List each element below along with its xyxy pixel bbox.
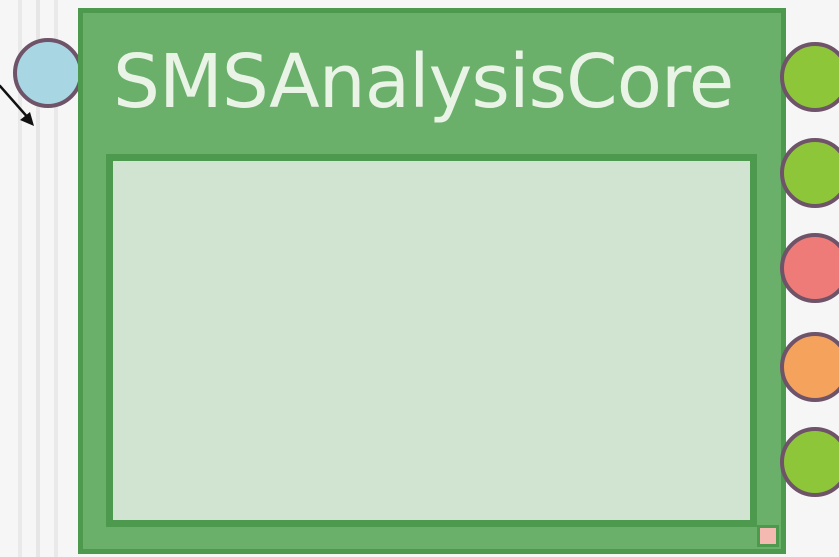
graph-canvas[interactable]: SMSAnalysisCore: [0, 0, 839, 557]
output-port-4[interactable]: [780, 332, 839, 402]
output-port-5[interactable]: [780, 427, 839, 497]
output-port-1[interactable]: [780, 42, 839, 112]
output-port-2[interactable]: [780, 138, 839, 208]
node-body: [106, 154, 757, 527]
arrow-head-icon: [20, 112, 34, 126]
node-title: SMSAnalysisCore: [113, 39, 734, 125]
analysis-node[interactable]: SMSAnalysisCore: [78, 8, 786, 554]
output-port-3[interactable]: [780, 233, 839, 303]
resize-handle-icon[interactable]: [757, 525, 779, 547]
input-port[interactable]: [13, 38, 83, 108]
